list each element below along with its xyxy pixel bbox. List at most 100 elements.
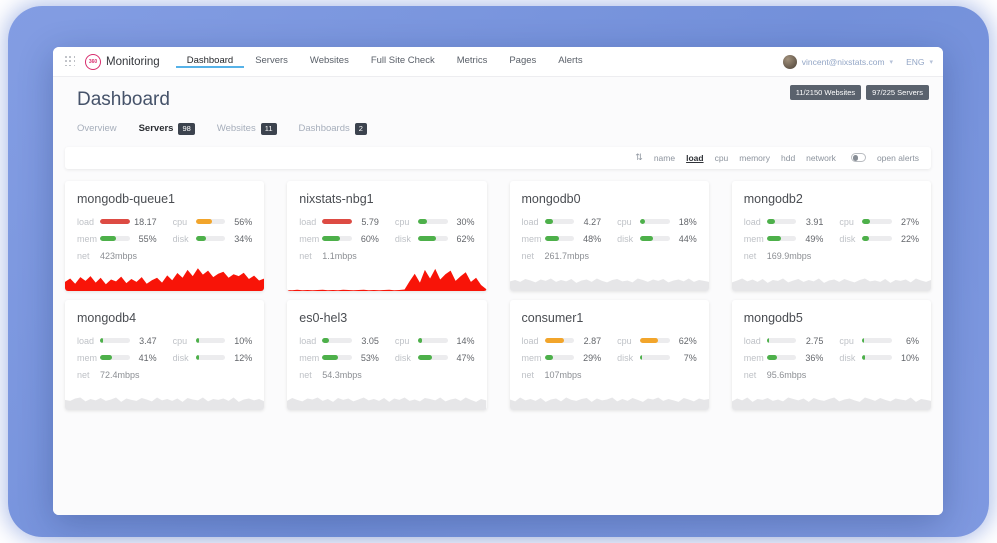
server-card[interactable]: mongodb0load4.27cpu18%mem48%disk44%net26… (510, 181, 709, 291)
open-alerts-toggle-label[interactable]: open alerts (877, 153, 919, 163)
disk-meter: disk12% (173, 353, 253, 363)
disk-value: 62% (448, 234, 475, 244)
cpu-bar (862, 219, 892, 224)
server-card[interactable]: mongodb4load3.47cpu10%mem41%disk12%net72… (65, 300, 264, 410)
mem-meter: mem29% (522, 353, 602, 363)
tab-servers[interactable]: Servers 98 (139, 123, 195, 135)
sort-by-cpu[interactable]: cpu (715, 153, 729, 163)
disk-label: disk (395, 234, 418, 244)
nav-item-full-site-check[interactable]: Full Site Check (360, 55, 446, 68)
net-label: net (77, 370, 100, 380)
net-value: 261.7mbps (545, 251, 590, 261)
tab-dashboards-label: Dashboards (299, 123, 350, 134)
disk-label: disk (173, 234, 196, 244)
logo[interactable]: 360 Monitoring (85, 54, 160, 70)
disk-meter: disk10% (839, 353, 919, 363)
mem-meter: mem41% (77, 353, 157, 363)
server-card[interactable]: mongodb5load2.75cpu6%mem36%disk10%net95.… (732, 300, 931, 410)
tab-websites-count-badge: 11 (261, 123, 277, 135)
nav-item-servers[interactable]: Servers (244, 55, 299, 68)
mem-meter: mem49% (744, 234, 824, 244)
server-name: mongodb2 (744, 192, 919, 206)
nav-item-dashboard[interactable]: Dashboard (176, 55, 244, 68)
load-label: load (522, 336, 545, 346)
tab-overview[interactable]: Overview (77, 123, 117, 134)
net-row: net95.6mbps (744, 370, 919, 380)
sort-by-load[interactable]: load (686, 153, 703, 163)
cpu-label: cpu (395, 217, 418, 227)
load-bar (100, 219, 130, 224)
net-row: net54.3mbps (299, 370, 474, 380)
sort-by-hdd[interactable]: hdd (781, 153, 795, 163)
disk-label: disk (395, 353, 418, 363)
cpu-value: 62% (670, 336, 697, 346)
server-card[interactable]: nixstats-nbg1load5.79cpu30%mem60%disk62%… (287, 181, 486, 291)
cpu-value: 6% (892, 336, 919, 346)
sort-by-memory[interactable]: memory (739, 153, 770, 163)
server-card[interactable]: es0-hel3load3.05cpu14%mem53%disk47%net54… (287, 300, 486, 410)
open-alerts-toggle-icon[interactable] (851, 153, 866, 162)
server-card[interactable]: consumer1load2.87cpu62%mem29%disk7%net10… (510, 300, 709, 410)
cpu-meter: cpu18% (617, 217, 697, 227)
mem-bar (545, 236, 575, 241)
language-menu[interactable]: ENG (906, 57, 924, 67)
nav-item-metrics[interactable]: Metrics (446, 55, 499, 68)
cpu-meter: cpu30% (395, 217, 475, 227)
disk-bar (196, 236, 226, 241)
mem-value: 29% (574, 353, 601, 363)
metrics-grid: load3.47 cpu10% mem41% disk12% (77, 336, 252, 363)
server-card[interactable]: mongodb2load3.91cpu27%mem49%disk22%net16… (732, 181, 931, 291)
logo-text: Monitoring (106, 56, 160, 68)
net-label: net (77, 251, 100, 261)
server-card[interactable]: mongodb-queue1load18.17cpu56%mem55%disk3… (65, 181, 264, 291)
net-label: net (744, 370, 767, 380)
disk-value: 22% (892, 234, 919, 244)
cpu-bar (640, 338, 670, 343)
disk-label: disk (173, 353, 196, 363)
nav-item-pages[interactable]: Pages (498, 55, 547, 68)
sort-by-network[interactable]: network (806, 153, 836, 163)
mem-meter: mem55% (77, 234, 157, 244)
disk-meter: disk22% (839, 234, 919, 244)
net-label: net (522, 370, 545, 380)
apps-grid-icon[interactable] (65, 56, 76, 67)
tab-servers-count-badge: 98 (178, 123, 194, 135)
server-sparkline (732, 267, 931, 291)
cpu-meter: cpu56% (173, 217, 253, 227)
load-label: load (744, 217, 767, 227)
mem-label: mem (77, 353, 100, 363)
load-meter: load3.47 (77, 336, 157, 346)
cpu-meter: cpu10% (173, 336, 253, 346)
net-value: 1.1mbps (322, 251, 357, 261)
nav-item-websites[interactable]: Websites (299, 55, 360, 68)
tab-servers-label: Servers (139, 123, 174, 134)
tab-websites[interactable]: Websites 11 (217, 123, 277, 135)
tab-dashboards[interactable]: Dashboards 2 (299, 123, 367, 135)
mem-value: 55% (130, 234, 157, 244)
mem-bar (100, 355, 130, 360)
mem-bar (322, 236, 352, 241)
user-email-menu[interactable]: vincent@nixstats.com (802, 57, 885, 67)
server-name: consumer1 (522, 311, 697, 325)
net-label: net (522, 251, 545, 261)
load-label: load (77, 217, 100, 227)
metrics-grid: load3.91cpu27%mem49%disk22% (744, 217, 919, 244)
server-name: mongodb4 (77, 311, 252, 325)
tab-websites-label: Websites (217, 123, 256, 134)
metrics-grid: load2.87cpu62%mem29%disk7% (522, 336, 697, 363)
net-row: net1.1mbps (299, 251, 474, 261)
net-label: net (299, 370, 322, 380)
mem-meter: mem48% (522, 234, 602, 244)
mem-meter: mem60% (299, 234, 379, 244)
cpu-meter: cpu62% (617, 336, 697, 346)
cpu-label: cpu (395, 336, 418, 346)
nav-item-alerts[interactable]: Alerts (547, 55, 593, 68)
load-value: 5.79 (352, 217, 379, 227)
user-avatar[interactable] (783, 55, 797, 69)
sort-by-name[interactable]: name (654, 153, 675, 163)
websites-usage-badge: 11/2150 Websites (790, 85, 861, 100)
load-bar (322, 338, 352, 343)
usage-badges: 11/2150 Websites 97/225 Servers (790, 85, 929, 100)
disk-value: 47% (448, 353, 475, 363)
mem-value: 49% (796, 234, 823, 244)
